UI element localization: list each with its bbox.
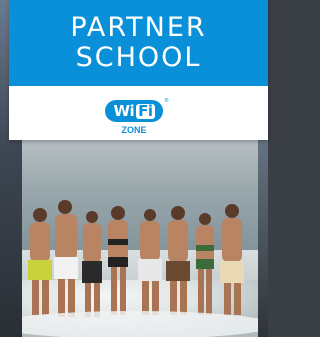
wifi-zone-label: ZONE xyxy=(121,125,147,135)
wifi-icon: Wi Fi xyxy=(105,100,163,122)
title-banner: PARTNER SCHOOL xyxy=(9,0,268,86)
registered-mark: ® xyxy=(164,98,169,104)
title-line-2: SCHOOL xyxy=(75,42,202,73)
wifi-text: Wi Fi xyxy=(113,102,155,120)
wifi-left: Wi xyxy=(113,102,135,120)
partner-school-sign: PARTNER SCHOOL Wi Fi ® ZONE xyxy=(9,0,268,140)
title-line-1: PARTNER xyxy=(70,12,207,43)
wifi-zone-logo: Wi Fi ® ZONE xyxy=(105,98,171,148)
wifi-right: Fi xyxy=(136,102,155,120)
group-of-people xyxy=(0,200,268,337)
